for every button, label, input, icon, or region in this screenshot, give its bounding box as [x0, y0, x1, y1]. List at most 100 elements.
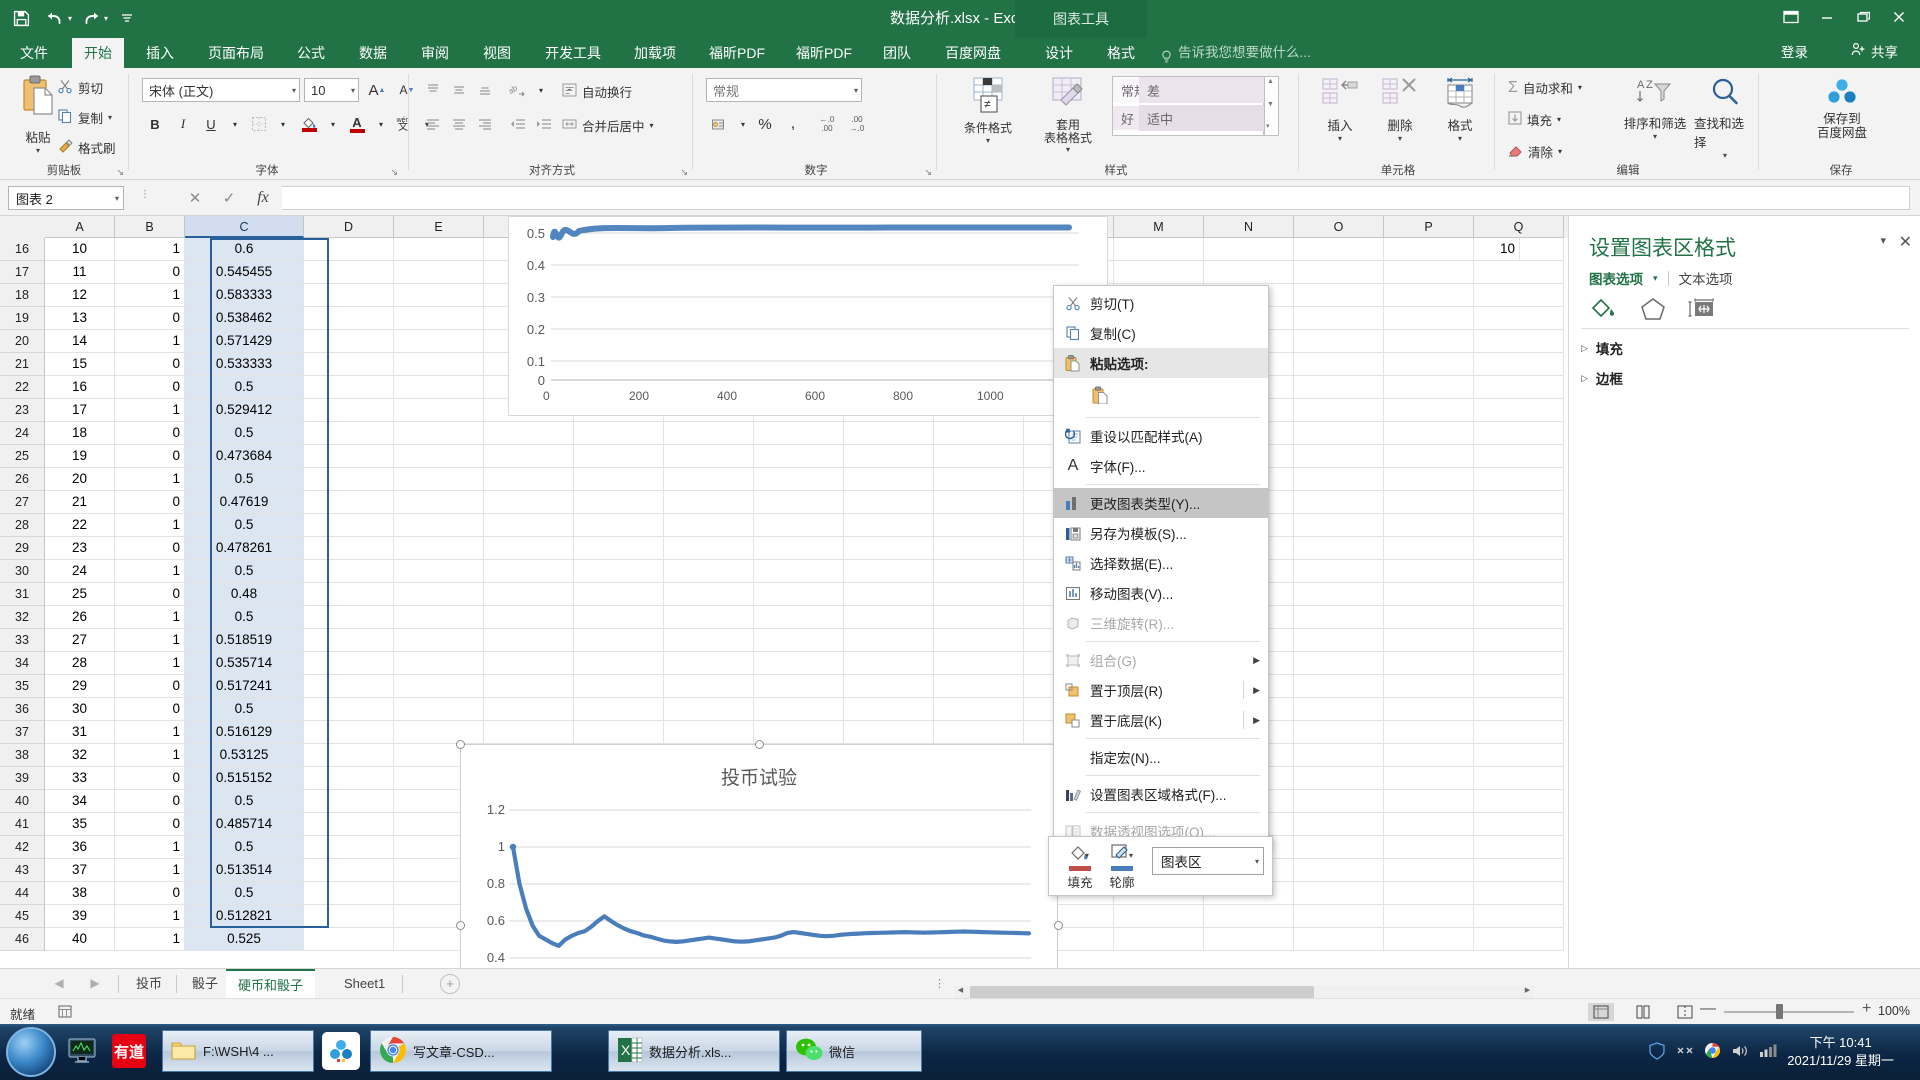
- cell-C45[interactable]: 0.512821: [185, 905, 304, 927]
- cell-G25[interactable]: [574, 445, 664, 467]
- cell-A41[interactable]: 35: [45, 813, 115, 835]
- cell-D42[interactable]: [304, 836, 394, 858]
- tab-addins[interactable]: 加载项: [622, 38, 688, 68]
- cell-C43[interactable]: 0.513514: [185, 859, 304, 881]
- cell-A17[interactable]: 11: [45, 261, 115, 283]
- cell-I28[interactable]: [754, 514, 844, 536]
- cell-Q42[interactable]: [1474, 836, 1564, 858]
- cell-E36[interactable]: [394, 698, 484, 720]
- save-to-baidu-button[interactable]: 保存到 百度网盘: [1796, 76, 1888, 141]
- cell-B44[interactable]: 0: [115, 882, 185, 904]
- cell-G26[interactable]: [574, 468, 664, 490]
- cell-C17[interactable]: 0.545455: [185, 261, 304, 283]
- cell-B45[interactable]: 1: [115, 905, 185, 927]
- cell-P44[interactable]: [1384, 882, 1474, 904]
- pane-close-icon[interactable]: ✕: [1899, 232, 1912, 252]
- pane-tab-chart-options[interactable]: 图表选项: [1589, 268, 1643, 288]
- tray-network-icon[interactable]: [1676, 1042, 1694, 1063]
- cell-D46[interactable]: [304, 928, 394, 950]
- cell-D29[interactable]: [304, 537, 394, 559]
- cell-O34[interactable]: [1294, 652, 1384, 674]
- row-header-46[interactable]: 46: [0, 928, 45, 951]
- cell-D26[interactable]: [304, 468, 394, 490]
- cell-E37[interactable]: [394, 721, 484, 743]
- cell-P34[interactable]: [1384, 652, 1474, 674]
- youdao-icon[interactable]: 有道: [112, 1030, 146, 1072]
- tab-data[interactable]: 数据: [347, 38, 399, 68]
- cell-Q36[interactable]: [1474, 698, 1564, 720]
- cell-F26[interactable]: [484, 468, 574, 490]
- cell-B26[interactable]: 1: [115, 468, 185, 490]
- cell-Q22[interactable]: [1474, 376, 1564, 398]
- mini-toolbar[interactable]: 填充 ▾ 轮廓 ▾ 图表区 ▾: [1048, 836, 1273, 896]
- cell-H28[interactable]: [664, 514, 754, 536]
- tab-page-layout[interactable]: 页面布局: [196, 38, 276, 68]
- cell-C16[interactable]: 0.6: [185, 238, 304, 260]
- cell-A27[interactable]: 21: [45, 491, 115, 513]
- font-color-icon[interactable]: A: [344, 112, 370, 136]
- cell-Q45[interactable]: [1474, 905, 1564, 927]
- cell-Q23[interactable]: [1474, 399, 1564, 421]
- cell-E29[interactable]: [394, 537, 484, 559]
- next-sheet-icon[interactable]: ▶: [86, 976, 104, 990]
- cell-I30[interactable]: [754, 560, 844, 582]
- cell-H37[interactable]: [664, 721, 754, 743]
- autosum-button[interactable]: Σ 自动求和 ▾: [1508, 78, 1582, 97]
- find-select-button[interactable]: 查找和选择 ▾: [1694, 76, 1756, 160]
- cell-O35[interactable]: [1294, 675, 1384, 697]
- cell-D36[interactable]: [304, 698, 394, 720]
- cell-J33[interactable]: [844, 629, 934, 651]
- borders-dropdown-icon[interactable]: ▾: [270, 112, 296, 136]
- cell-P33[interactable]: [1384, 629, 1474, 651]
- cell-D32[interactable]: [304, 606, 394, 628]
- context-item-copy[interactable]: 复制(C): [1054, 318, 1268, 348]
- row-header-27[interactable]: 27: [0, 491, 45, 514]
- cell-Q21[interactable]: [1474, 353, 1564, 375]
- cell-M17[interactable]: [1114, 261, 1204, 283]
- row-header-18[interactable]: 18: [0, 284, 45, 307]
- row-header-19[interactable]: 19: [0, 307, 45, 330]
- cell-J26[interactable]: [844, 468, 934, 490]
- tab-file[interactable]: 文件: [8, 38, 60, 68]
- cell-P24[interactable]: [1384, 422, 1474, 444]
- pane-tab-text-options[interactable]: 文本选项: [1679, 268, 1733, 288]
- cell-A36[interactable]: 30: [45, 698, 115, 720]
- conditional-formatting-button[interactable]: ≠ 条件格式 ▾: [952, 76, 1024, 145]
- cell-G36[interactable]: [574, 698, 664, 720]
- cell-A42[interactable]: 36: [45, 836, 115, 858]
- start-button[interactable]: [6, 1027, 56, 1077]
- cell-M16[interactable]: [1114, 238, 1204, 260]
- font-dialog-launcher[interactable]: ↘: [390, 167, 398, 178]
- cell-P39[interactable]: [1384, 767, 1474, 789]
- cell-C27[interactable]: 0.47619: [185, 491, 304, 513]
- cell-G29[interactable]: [574, 537, 664, 559]
- row-header-40[interactable]: 40: [0, 790, 45, 813]
- cell-A31[interactable]: 25: [45, 583, 115, 605]
- cell-D40[interactable]: [304, 790, 394, 812]
- cell-B33[interactable]: 1: [115, 629, 185, 651]
- align-right-icon[interactable]: [472, 112, 498, 136]
- cell-E27[interactable]: [394, 491, 484, 513]
- cell-O30[interactable]: [1294, 560, 1384, 582]
- cell-P40[interactable]: [1384, 790, 1474, 812]
- cell-N46[interactable]: [1204, 928, 1294, 950]
- tab-review[interactable]: 审阅: [409, 38, 461, 68]
- mini-outline-dropdown-icon[interactable]: ▾: [1129, 851, 1133, 860]
- row-header-23[interactable]: 23: [0, 399, 45, 422]
- column-header-M[interactable]: M: [1114, 216, 1204, 238]
- context-item-reset-style[interactable]: 重设以匹配样式(A): [1054, 421, 1268, 451]
- cell-M46[interactable]: [1114, 928, 1204, 950]
- cell-C24[interactable]: 0.5: [185, 422, 304, 444]
- cell-E30[interactable]: [394, 560, 484, 582]
- cell-Q19[interactable]: [1474, 307, 1564, 329]
- row-header-42[interactable]: 42: [0, 836, 45, 859]
- delete-cells-button[interactable]: 删除 ▾: [1372, 76, 1428, 143]
- increase-font-size-button[interactable]: A ▲: [364, 78, 390, 102]
- cell-B23[interactable]: 1: [115, 399, 185, 421]
- tray-shield-icon[interactable]: [1648, 1041, 1666, 1063]
- cell-Q38[interactable]: [1474, 744, 1564, 766]
- cell-B38[interactable]: 1: [115, 744, 185, 766]
- format-painter-button[interactable]: 格式刷: [58, 138, 116, 157]
- number-format-combo[interactable]: 常规 ▾: [706, 78, 862, 102]
- cell-D25[interactable]: [304, 445, 394, 467]
